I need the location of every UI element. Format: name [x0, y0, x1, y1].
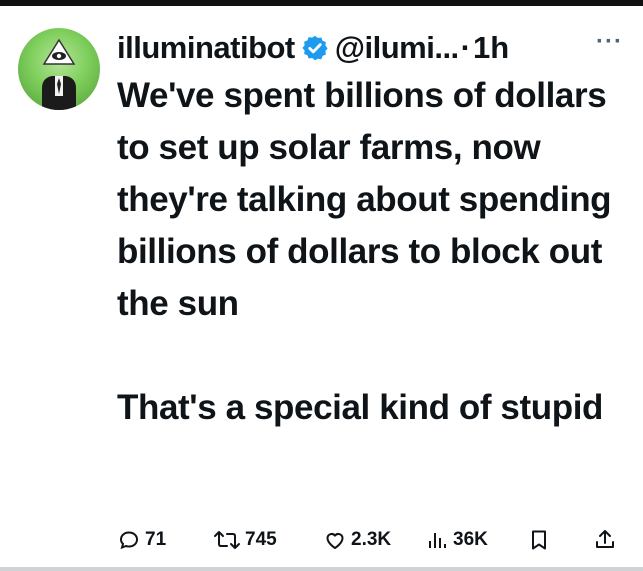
- views-count: 36K: [453, 529, 488, 550]
- tweet-header: illuminatibot @ilumi... · 1h: [117, 28, 509, 68]
- share-icon: [596, 530, 614, 548]
- author-name[interactable]: illuminatibot: [117, 30, 295, 66]
- avatar[interactable]: [18, 28, 100, 110]
- illuminati-eye-icon: [42, 38, 76, 110]
- tweet-paragraph-1: We've spent billions of dollars to set u…: [117, 76, 612, 323]
- share-button[interactable]: [593, 528, 621, 552]
- views-icon: [429, 533, 446, 548]
- like-button[interactable]: 2.3K: [323, 528, 391, 552]
- verified-badge-icon: [301, 34, 329, 62]
- tweet-paragraph-2: That's a special kind of stupid: [117, 388, 604, 427]
- timestamp[interactable]: 1h: [473, 30, 509, 66]
- like-count: 2.3K: [351, 529, 392, 550]
- retweet-icon: [214, 531, 240, 549]
- reply-icon: [119, 531, 139, 550]
- tweet-text: We've spent billions of dollars to set u…: [117, 70, 637, 434]
- author-handle[interactable]: @ilumi...: [335, 30, 459, 66]
- retweet-button[interactable]: 745: [213, 528, 277, 552]
- action-bar: 71 745 2.3K 36K: [117, 525, 637, 555]
- like-icon: [326, 533, 344, 549]
- reply-count: 71: [145, 529, 167, 550]
- retweet-count: 745: [245, 529, 277, 550]
- tweet-card[interactable]: illuminatibot @ilumi... · 1h ··· We've s…: [0, 6, 643, 567]
- views-button[interactable]: 36K: [425, 528, 488, 552]
- more-icon[interactable]: ···: [596, 28, 623, 56]
- separator-dot: ·: [460, 30, 471, 65]
- bottom-edge-bar: [0, 567, 643, 571]
- bookmark-icon: [532, 530, 546, 550]
- bookmark-button[interactable]: [527, 528, 555, 552]
- reply-button[interactable]: 71: [117, 528, 166, 552]
